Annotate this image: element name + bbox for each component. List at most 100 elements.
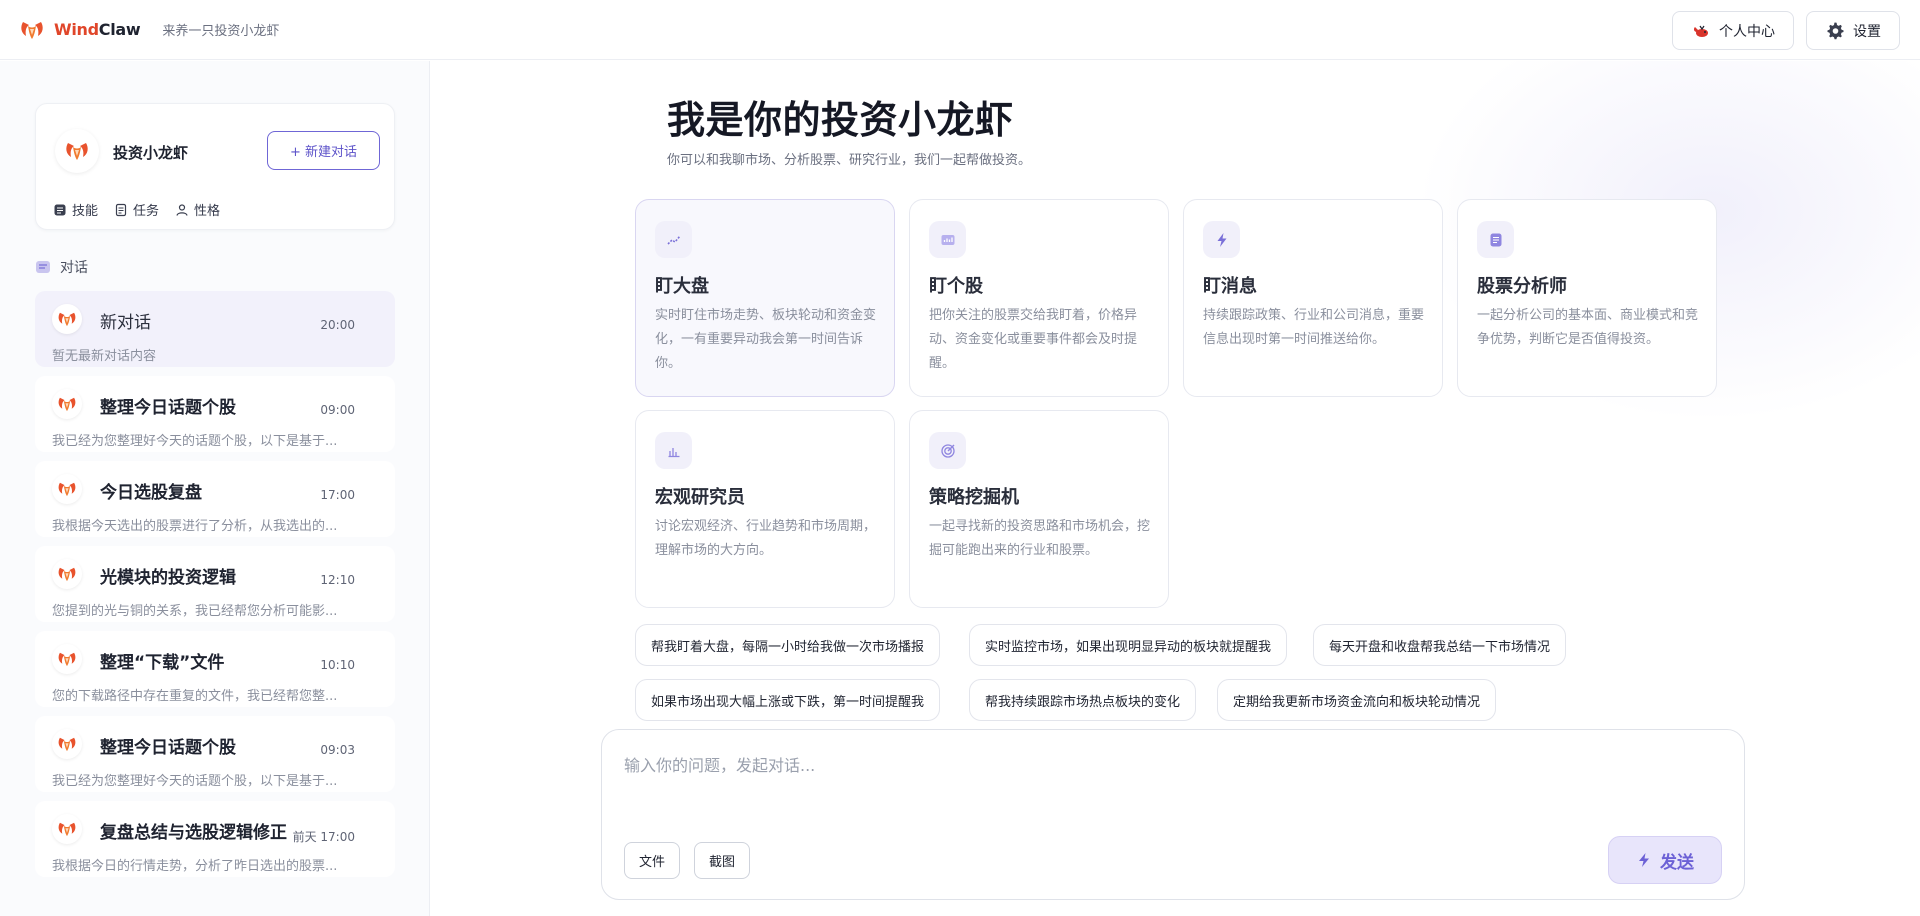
screenshot-button[interactable]: 截图 xyxy=(694,842,751,879)
conversation-item[interactable]: 新对话 20:00 暂无最新对话内容 xyxy=(35,291,395,367)
lightning-icon xyxy=(1217,232,1226,247)
conversation-item[interactable]: 光模块的投资逻辑 12:10 您提到的光与铜的关系，我已经帮您分析可能影... xyxy=(35,546,395,622)
document-icon xyxy=(1490,233,1501,246)
personality-icon xyxy=(176,203,188,216)
conversation-title: 复盘总结与选股逻辑修正 xyxy=(100,823,287,843)
target-icon xyxy=(940,443,955,458)
conversation-title: 整理“下载”文件 xyxy=(100,653,225,673)
conversation-avatar xyxy=(52,729,82,759)
conversation-time: 09:00 xyxy=(320,403,355,417)
lobster-logo-icon xyxy=(58,482,76,497)
lobster-icon xyxy=(1693,25,1708,37)
card-description: 讨论宏观经济、行业趋势和市场周期，理解市场的大方向。 xyxy=(655,519,877,558)
conversation-avatar xyxy=(52,814,82,844)
skill-icon xyxy=(54,204,66,215)
hero-subtitle: 你可以和我聊市场、分析股票、研究行业，我们一起帮做投资。 xyxy=(667,153,1032,168)
conversation-preview: 我已经为您整理好今天的话题个股，以下是基于... xyxy=(52,774,338,789)
conversation-title: 今日选股复盘 xyxy=(100,483,202,503)
conversation-preview: 我已经为您整理好今天的话题个股，以下是基于... xyxy=(52,434,338,449)
profile-button-label: 个人中心 xyxy=(1719,23,1775,40)
brand-name-part2: Claw xyxy=(98,20,141,39)
feature-card[interactable]: 盯消息持续跟踪政策、行业和公司消息，重要信息出现时第一时间推送给你。 xyxy=(1183,199,1443,397)
feature-card[interactable]: 股票分析师一起分析公司的基本面、商业模式和竞争优势，判断它是否值得投资。 xyxy=(1457,199,1717,397)
sidebar: 投资小龙虾 + 新建对话 技能 任务 性格 对话 新对话 20:00 暂无最新对话内… xyxy=(0,61,430,916)
send-button[interactable]: 发送 xyxy=(1608,836,1722,884)
conversation-avatar xyxy=(52,644,82,674)
conversation-list: 新对话 20:00 暂无最新对话内容 整理今日话题个股 09:00 我已经为您整理好今天的… xyxy=(35,291,395,886)
lobster-logo-icon xyxy=(58,567,76,582)
conversation-item[interactable]: 今日选股复盘 17:00 我根据今天选出的股票进行了分析，从我选出的... xyxy=(35,461,395,537)
conversation-title: 新对话 xyxy=(100,313,151,333)
card-title: 股票分析师 xyxy=(1477,276,1567,297)
hero-title: 我是你的投资小龙虾 xyxy=(667,98,1014,142)
lobster-logo-icon xyxy=(21,21,43,39)
feature-card[interactable]: 盯个股把你关注的股票交给我盯着，价格异动、资金变化或重要事件都会及时提醒。 xyxy=(909,199,1169,397)
card-title: 盯个股 xyxy=(929,276,983,297)
agent-tab-skills[interactable]: 技能 xyxy=(53,200,98,219)
card-description: 一起寻找新的投资思路和市场机会，挖掘可能跑出来的行业和股票。 xyxy=(929,519,1151,558)
suggestion-chip[interactable]: 帮我盯着大盘，每隔一小时给我做一次市场播报 xyxy=(635,624,941,666)
conversation-title: 整理今日话题个股 xyxy=(100,738,236,758)
lobster-logo-icon xyxy=(58,312,76,327)
profile-button[interactable]: 个人中心 xyxy=(1672,11,1794,50)
top-bar: WindClaw 来养一只投资小龙虾 个人中心 设置 xyxy=(0,0,1920,60)
card-icon-badge xyxy=(1203,221,1240,258)
composer: 文件 截图 发送 xyxy=(601,729,1745,900)
card-title: 盯消息 xyxy=(1203,276,1257,297)
conversation-item[interactable]: 整理“下载”文件 10:10 您的下载路径中存在重复的文件，我已经帮您整... xyxy=(35,631,395,707)
card-description: 一起分析公司的基本面、商业模式和竞争优势，判断它是否值得投资。 xyxy=(1477,308,1699,347)
conversation-item[interactable]: 复盘总结与选股逻辑修正 前天 17:00 我根据今日的行情走势，分析了昨日选出的股票… xyxy=(35,801,395,877)
conversation-time: 17:00 xyxy=(320,488,355,502)
agent-tab-personality[interactable]: 性格 xyxy=(175,200,220,219)
conversation-title: 整理今日话题个股 xyxy=(100,398,236,418)
conversation-title: 光模块的投资逻辑 xyxy=(100,568,236,588)
conversation-time: 20:00 xyxy=(320,318,355,332)
conversation-preview: 您提到的光与铜的关系，我已经帮您分析可能影... xyxy=(52,604,338,619)
card-description: 实时盯住市场走势、板块轮动和资金变化，一有重要异动我会第一时间告诉你。 xyxy=(655,308,877,371)
suggestion-chip[interactable]: 帮我持续跟踪市场热点板块的变化 xyxy=(969,679,1197,721)
agent-tab-tasks[interactable]: 任务 xyxy=(114,200,159,219)
send-button-label: 发送 xyxy=(1660,852,1694,873)
conversation-time: 12:10 xyxy=(320,573,355,587)
conversation-item[interactable]: 整理今日话题个股 09:03 我已经为您整理好今天的话题个股，以下是基于... xyxy=(35,716,395,792)
card-title: 盯大盘 xyxy=(655,276,709,297)
brand[interactable]: WindClaw 来养一只投资小龙虾 xyxy=(18,16,279,44)
card-icon-badge xyxy=(1477,221,1514,258)
conversation-avatar xyxy=(52,559,82,589)
agent-tab-label: 性格 xyxy=(194,204,221,219)
feature-card[interactable]: 宏观研究员讨论宏观经济、行业趋势和市场周期，理解市场的大方向。 xyxy=(635,410,895,608)
file-button[interactable]: 文件 xyxy=(624,842,681,879)
agent-name: 投资小龙虾 xyxy=(113,144,189,162)
new-chat-button[interactable]: + 新建对话 xyxy=(267,131,380,170)
conversation-time: 前天 17:00 xyxy=(292,830,355,844)
card-title: 策略挖掘机 xyxy=(929,487,1019,508)
card-icon-badge xyxy=(655,432,692,469)
message-input[interactable] xyxy=(624,752,1714,802)
brand-name: WindClaw xyxy=(54,20,141,39)
agent-avatar xyxy=(55,129,99,173)
suggestion-chip[interactable]: 定期给我更新市场资金流向和板块轮动情况 xyxy=(1217,679,1497,721)
agent-tab-label: 任务 xyxy=(133,204,160,219)
conversation-time: 09:03 xyxy=(320,743,355,757)
settings-button-label: 设置 xyxy=(1853,23,1881,40)
gear-icon xyxy=(1827,22,1844,39)
card-description: 把你关注的股票交给我盯着，价格异动、资金变化或重要事件都会及时提醒。 xyxy=(929,308,1138,371)
conversation-preview: 我根据今天选出的股票进行了分析，从我选出的... xyxy=(52,519,338,534)
suggestion-chip[interactable]: 每天开盘和收盘帮我总结一下市场情况 xyxy=(1313,624,1567,666)
card-title: 宏观研究员 xyxy=(655,487,745,508)
lobster-logo-icon xyxy=(58,737,76,752)
lobster-logo-icon xyxy=(66,143,88,160)
conversation-item[interactable]: 整理今日话题个股 09:00 我已经为您整理好今天的话题个股，以下是基于... xyxy=(35,376,395,452)
conversation-avatar xyxy=(52,389,82,419)
card-icon-badge xyxy=(655,221,692,258)
settings-button[interactable]: 设置 xyxy=(1806,11,1900,50)
brand-name-part1: Wind xyxy=(54,20,99,39)
agent-tabs: 技能 任务 性格 xyxy=(53,200,220,219)
suggestion-chip[interactable]: 如果市场出现大幅上涨或下跌，第一时间提醒我 xyxy=(635,679,941,721)
lobster-logo-icon xyxy=(58,822,76,837)
suggestion-chip[interactable]: 实时监控市场，如果出现明显异动的板块就提醒我 xyxy=(969,624,1288,666)
feature-card[interactable]: 盯大盘实时盯住市场走势、板块轮动和资金变化，一有重要异动我会第一时间告诉你。 xyxy=(635,199,895,397)
lobster-logo-icon xyxy=(58,397,76,412)
card-description: 持续跟踪政策、行业和公司消息，重要信息出现时第一时间推送给你。 xyxy=(1203,308,1425,347)
feature-card[interactable]: 策略挖掘机一起寻找新的投资思路和市场机会，挖掘可能跑出来的行业和股票。 xyxy=(909,410,1169,608)
